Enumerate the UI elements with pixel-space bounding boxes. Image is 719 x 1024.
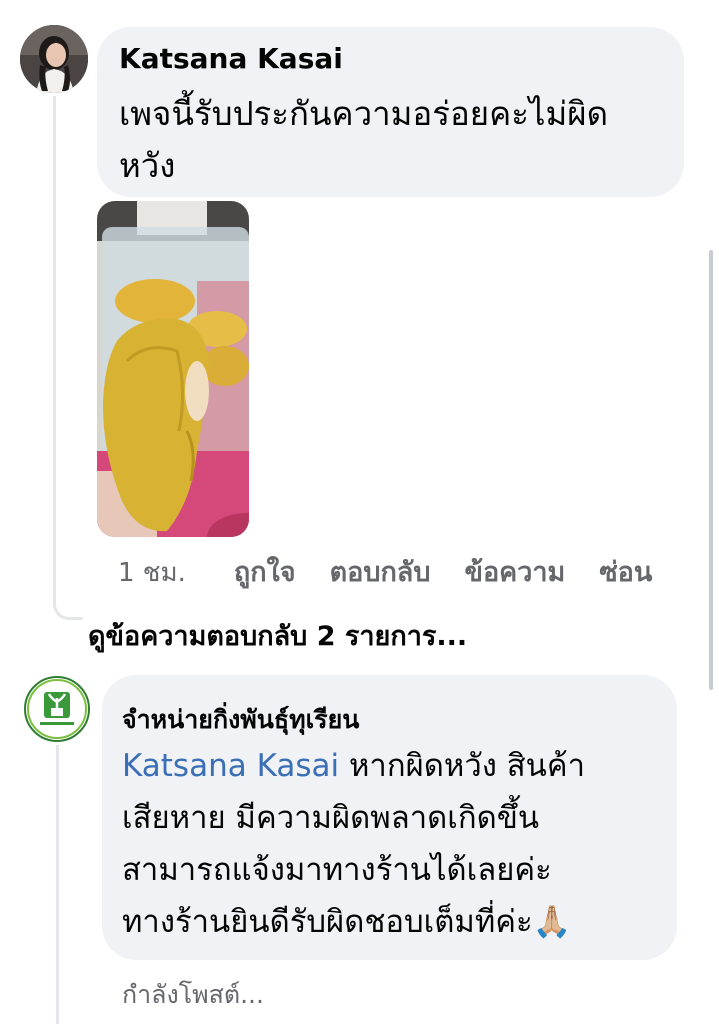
durian-image [97, 201, 249, 537]
message-button[interactable]: ข้อความ [464, 550, 565, 593]
comment-text-line: หวัง [119, 146, 176, 185]
comment-text-line: เพจนี้รับประกันความอร่อยคะไม่ผิด [119, 94, 609, 133]
scrollbar[interactable] [709, 250, 713, 690]
hide-button[interactable]: ซ่อน [599, 550, 652, 593]
reply-text-line: Katsana Kasai หากผิดหวัง สินค้า [122, 740, 585, 792]
comment-actions: 1 ชม. ถูกใจ ตอบกลับ ข้อความ ซ่อน [118, 550, 652, 593]
reply-text-line: ทางร้านยินดีรับผิดชอบเต็มที่ค่ะ🙏🏼 [122, 904, 572, 940]
durian-photo[interactable] [97, 201, 249, 537]
reply-text-line: เสียหาย มีความผิดพลาดเกิดขึ้น [122, 800, 540, 836]
user-avatar-photo [20, 25, 88, 93]
page-avatar[interactable] [24, 676, 90, 742]
reply-button[interactable]: ตอบกลับ [330, 550, 431, 593]
comment-timestamp: 1 ชม. [118, 558, 186, 588]
reply-text-line: สามารถแจ้งมาทางร้านได้เลยค่ะ [122, 852, 552, 888]
shop-logo-icon [27, 679, 87, 739]
reply-text-segment: หากผิดหวัง สินค้า [339, 748, 585, 784]
reply-author[interactable]: จำหน่ายกิ่งพันธุ์ทุเรียน [122, 700, 359, 740]
thread-line [53, 96, 56, 606]
avatar[interactable] [20, 25, 88, 93]
thread-line-curve [53, 604, 83, 620]
posting-status: กำลังโพสต์... [122, 980, 264, 1009]
comment-author[interactable]: Katsana Kasai [119, 42, 343, 75]
thread-line [56, 745, 59, 1024]
mention-link[interactable]: Katsana Kasai [122, 748, 339, 784]
like-button[interactable]: ถูกใจ [234, 550, 296, 593]
view-replies-link[interactable]: ดูข้อความตอบกลับ 2 รายการ... [88, 614, 467, 657]
comment-text: เพจนี้รับประกันความอร่อยคะไม่ผิด หวัง [119, 88, 608, 192]
reply-text: Katsana Kasai หากผิดหวัง สินค้า เสียหาย … [122, 740, 585, 948]
